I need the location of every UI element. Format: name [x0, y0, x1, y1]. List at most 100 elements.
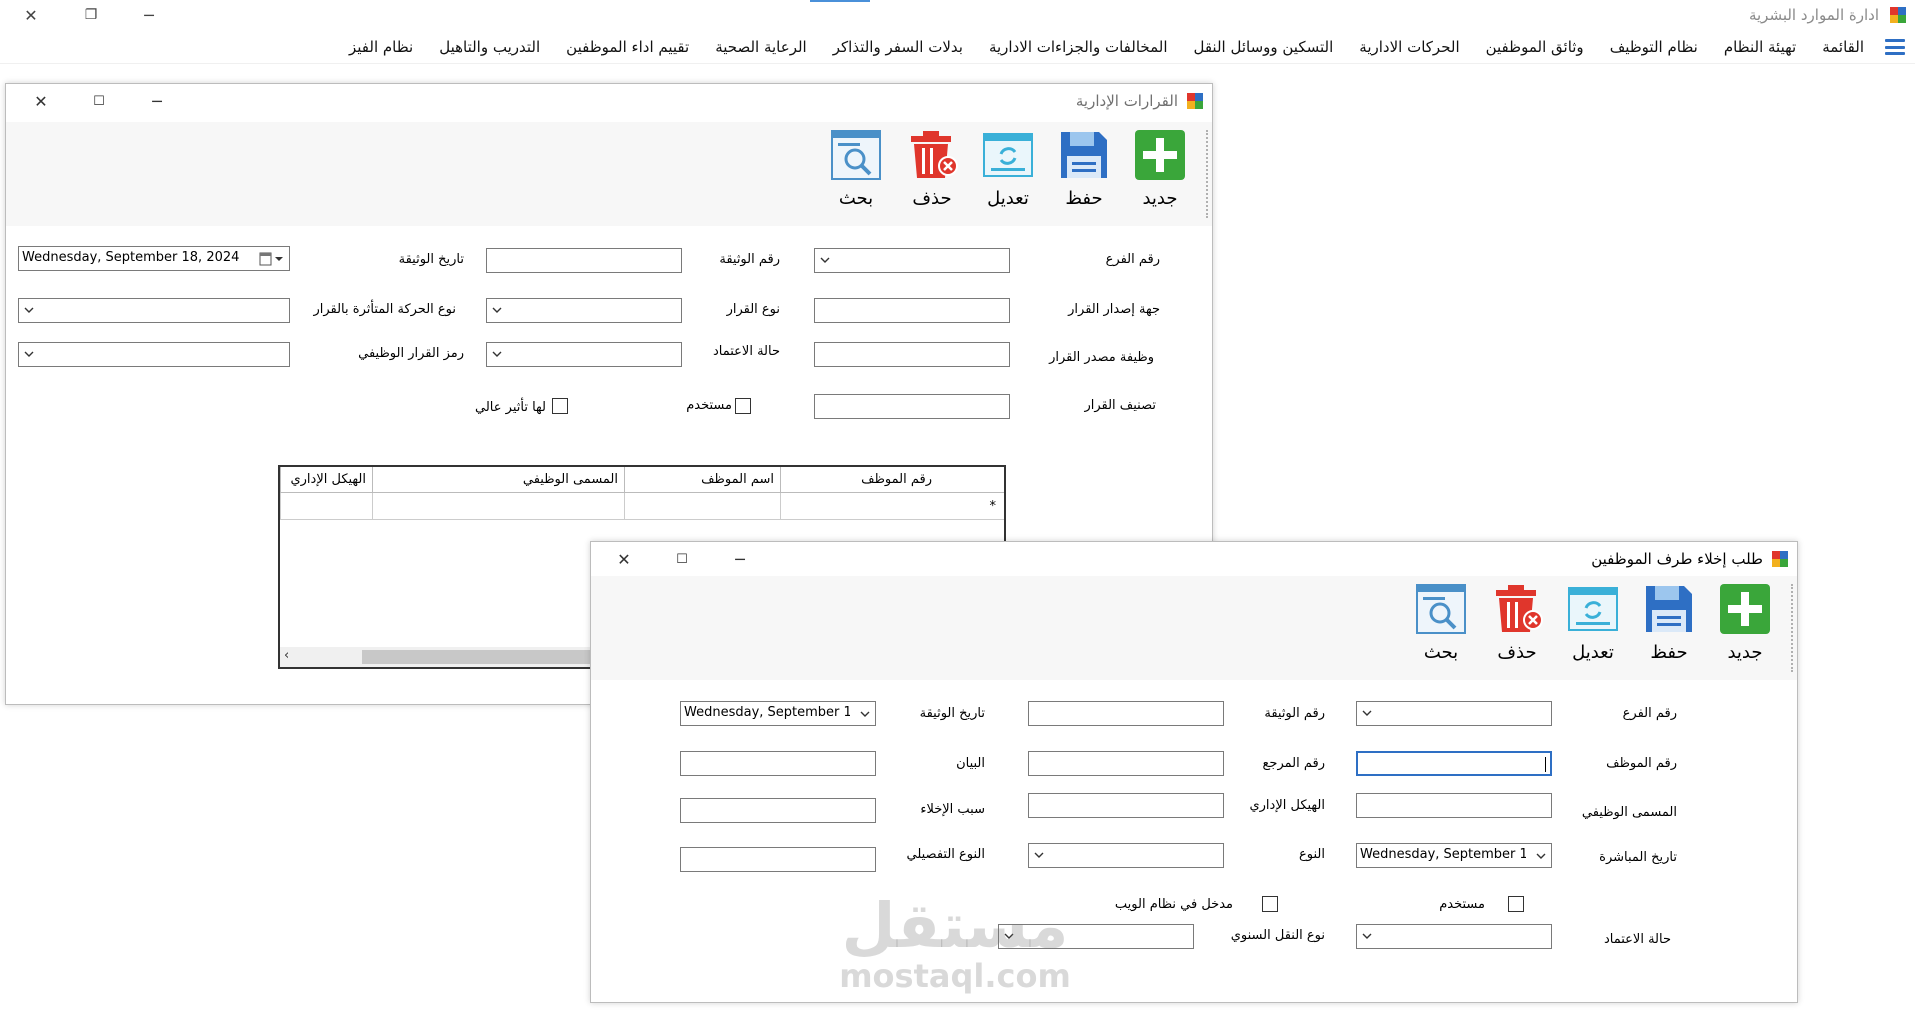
- chevron-down-icon[interactable]: [860, 709, 870, 719]
- clearance-edit-button[interactable]: تعديل: [1561, 582, 1625, 678]
- chevron-down-icon: [1004, 933, 1014, 939]
- grid-col-job-title[interactable]: المسمى الوظيفي: [372, 467, 624, 493]
- annual-transfer-combo[interactable]: [998, 924, 1194, 949]
- clearance-doc-date-picker[interactable]: Wednesday, September 18,: [680, 701, 876, 726]
- web-entry-checkbox[interactable]: [1262, 896, 1278, 912]
- clearance-new-button[interactable]: جديد: [1713, 582, 1777, 678]
- decision-type-combo[interactable]: [486, 298, 682, 323]
- tool-label-search: بحث: [1423, 642, 1459, 663]
- approval-status-combo[interactable]: [486, 342, 682, 367]
- clearance-admin-structure-input[interactable]: [1028, 793, 1224, 818]
- doc-no-input[interactable]: [486, 248, 682, 273]
- trash-icon: [911, 131, 958, 178]
- decisions-close-button[interactable]: ✕: [18, 84, 64, 118]
- clearance-maximize-button[interactable]: ☐: [659, 542, 705, 576]
- calendar-dropdown-icon[interactable]: [259, 252, 285, 266]
- window-app-icon: [1187, 93, 1203, 109]
- app-maximize-button[interactable]: ❐: [68, 0, 114, 30]
- clearance-statement-input[interactable]: [680, 751, 876, 776]
- menu-item-housing-transport[interactable]: التسكين ووسائل النقل: [1180, 38, 1346, 56]
- chevron-down-icon: [820, 257, 830, 263]
- issuer-input[interactable]: [814, 298, 1010, 323]
- new-row-marker: *: [989, 499, 997, 514]
- decisions-minimize-button[interactable]: ─: [134, 84, 180, 118]
- clearance-start-date-picker[interactable]: Wednesday, September 18,: [1356, 843, 1552, 868]
- clearance-job-title-input[interactable]: [1356, 793, 1552, 818]
- menu-item-travel-allowances[interactable]: بدلات السفر والتذاكر: [820, 38, 976, 56]
- menu-item-recruitment[interactable]: نظام التوظيف: [1597, 38, 1711, 56]
- grid-col-employee-name[interactable]: اسم الموظف: [624, 467, 780, 493]
- decisions-save-button[interactable]: حفظ: [1052, 128, 1116, 224]
- grid-cell[interactable]: [624, 493, 780, 520]
- app-minimize-button[interactable]: ─: [126, 0, 172, 30]
- clearance-employee-no-input[interactable]: [1356, 751, 1552, 776]
- affected-movement-combo[interactable]: [18, 298, 290, 323]
- high-impact-checkbox[interactable]: [552, 398, 568, 414]
- clearance-used-checkbox[interactable]: [1508, 896, 1524, 912]
- app-close-button[interactable]: ✕: [8, 0, 54, 30]
- decisions-new-button[interactable]: جديد: [1128, 128, 1192, 224]
- clearance-search-button[interactable]: بحث: [1409, 582, 1473, 678]
- chevron-down-icon: [24, 351, 34, 357]
- table-row[interactable]: *: [280, 493, 1004, 520]
- clearance-reason-input[interactable]: [680, 798, 876, 823]
- decisions-maximize-button[interactable]: ☐: [76, 84, 122, 118]
- clearance-doc-no-input[interactable]: [1028, 701, 1224, 726]
- menu-item-performance[interactable]: تقييم اداء الموظفين: [553, 38, 702, 56]
- chevron-down-icon[interactable]: [1536, 851, 1546, 861]
- clearance-close-button[interactable]: ✕: [601, 542, 647, 576]
- grid-col-employee-no[interactable]: رقم الموظف: [780, 467, 938, 493]
- tool-label-edit: تعديل: [987, 188, 1029, 209]
- toolbar-grip: [1205, 130, 1208, 218]
- chevron-down-icon: [492, 307, 502, 313]
- menu-item-visas[interactable]: نظام الفيز: [336, 38, 426, 56]
- issuer-job-input[interactable]: [814, 342, 1010, 367]
- menu-item-health-care[interactable]: الرعاية الصحية: [702, 38, 820, 56]
- branch-no-combo[interactable]: [814, 248, 1010, 273]
- menu-item-employee-docs[interactable]: وثائق الموظفين: [1473, 38, 1597, 56]
- menu-item-admin-movements[interactable]: الحركات الادارية: [1346, 38, 1472, 56]
- clearance-save-button[interactable]: حفظ: [1637, 582, 1701, 678]
- job-decision-code-combo[interactable]: [18, 342, 290, 367]
- menu-item-system-setup[interactable]: تهيئة النظام: [1711, 38, 1809, 56]
- used-checkbox[interactable]: [735, 398, 751, 414]
- label-job-title: المسمى الوظيفي: [1581, 805, 1677, 820]
- decisions-edit-button[interactable]: تعديل: [976, 128, 1040, 224]
- menu-item-violations[interactable]: المخالفات والجزاءات الادارية: [976, 38, 1181, 56]
- grid-cell[interactable]: [780, 493, 938, 520]
- label-start-date: تاريخ المباشرة: [1599, 850, 1677, 865]
- label-branch-no: رقم الفرع: [1105, 252, 1160, 267]
- hamburger-menu-icon[interactable]: [1883, 37, 1907, 57]
- label-used: مستخدم: [1439, 897, 1485, 912]
- chevron-down-icon: [1034, 852, 1044, 858]
- clearance-type-combo[interactable]: [1028, 843, 1224, 868]
- clearance-delete-button[interactable]: حذف: [1485, 582, 1549, 678]
- label-affected-movement: نوع الحركة المتأثرة بالقرار: [313, 302, 456, 317]
- classification-input[interactable]: [814, 394, 1010, 419]
- chevron-down-icon: [1362, 933, 1372, 939]
- grid-col-admin-structure[interactable]: الهيكل الإداري: [280, 467, 372, 493]
- decisions-search-button[interactable]: بحث: [824, 128, 888, 224]
- label-used: مستخدم: [686, 398, 732, 413]
- clearance-reference-no-input[interactable]: [1028, 751, 1224, 776]
- clearance-minimize-button[interactable]: ─: [717, 542, 763, 576]
- doc-date-picker[interactable]: Wednesday, September 18, 2024: [18, 246, 290, 271]
- search-document-icon: [1416, 584, 1466, 634]
- label-issuer-job: وظيفة مصدر القرار: [1049, 350, 1154, 365]
- clearance-titlebar: ✕ ☐ ─ طلب إخلاء طرف الموظفين: [591, 542, 1797, 576]
- scroll-left-icon[interactable]: ‹: [284, 648, 289, 663]
- clearance-detailed-type-input[interactable]: [680, 847, 876, 872]
- tab-accent: [810, 0, 870, 2]
- scroll-thumb[interactable]: [362, 650, 602, 664]
- clearance-approval-combo[interactable]: [1356, 924, 1552, 949]
- label-detailed-type: النوع التفصيلي: [906, 847, 985, 862]
- app-title: ادارة الموارد البشرية: [1748, 6, 1879, 24]
- tool-label-search: بحث: [838, 188, 874, 209]
- menu-item-training[interactable]: التدريب والتاهيل: [426, 38, 553, 56]
- grid-cell[interactable]: [372, 493, 624, 520]
- decisions-delete-button[interactable]: حذف: [900, 128, 964, 224]
- label-admin-structure: الهيكل الإداري: [1249, 798, 1325, 813]
- menu-item-main[interactable]: القائمة: [1809, 38, 1877, 56]
- clearance-branch-no-combo[interactable]: [1356, 701, 1552, 726]
- grid-cell[interactable]: [280, 493, 372, 520]
